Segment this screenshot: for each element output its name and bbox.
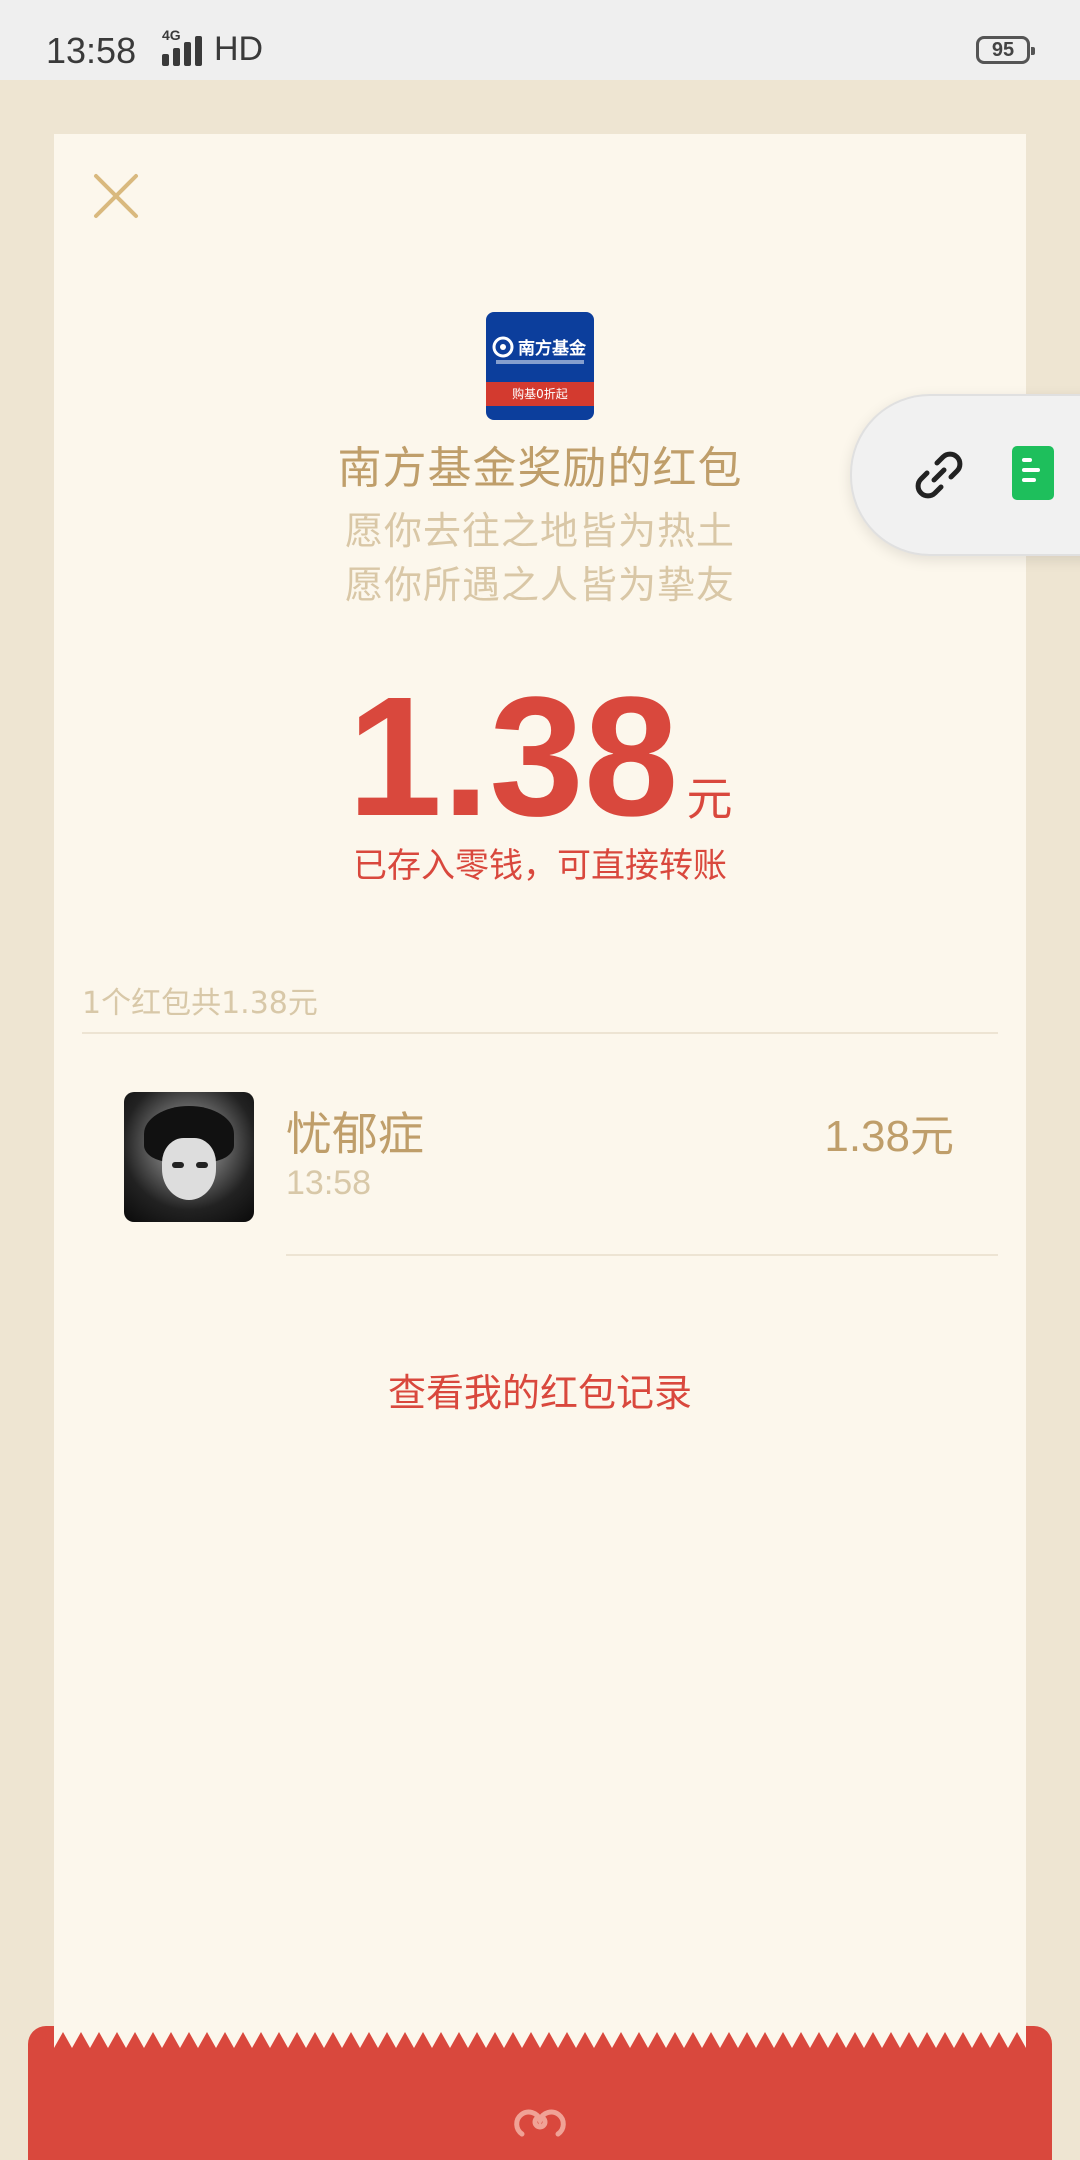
battery-level: 95 <box>991 38 1015 61</box>
logo-subtext <box>496 360 584 364</box>
avatar[interactable] <box>124 1092 254 1222</box>
floating-toolbar <box>850 394 1080 556</box>
sender-logo: 南方基金 购基0折起 <box>486 312 594 420</box>
summary-divider <box>82 1032 998 1034</box>
record-name: 忧郁症 <box>286 1107 424 1161</box>
blessing-line-2: 愿你所遇之人皆为挚友 <box>344 563 735 607</box>
packet-summary: 1个红包共1.38元 <box>82 986 318 1021</box>
hd-indicator: HD <box>214 30 264 68</box>
battery-icon: 95 <box>976 36 1035 64</box>
document-icon[interactable] <box>1012 446 1054 500</box>
record-amount: 1.38元 <box>824 1112 954 1161</box>
fund-logo-icon <box>492 336 514 357</box>
saved-note: 已存入零钱，可直接转账 <box>353 846 727 886</box>
amount-value: 1.38 <box>347 662 679 852</box>
logo-name: 南方基金 <box>518 339 586 359</box>
cloud-emblem-icon <box>514 2109 566 2137</box>
record-time: 13:58 <box>286 1164 372 1202</box>
amount-currency: 元 <box>686 772 733 826</box>
close-icon[interactable] <box>90 170 142 222</box>
zigzag-edge <box>54 2026 1026 2048</box>
record-divider <box>286 1254 998 1256</box>
status-bar: 13:58 4G HD 95 <box>0 0 1080 80</box>
status-time: 13:58 <box>46 30 137 71</box>
signal-icon: 4G <box>150 27 202 66</box>
amount-display: 1.38 元 <box>0 672 1080 842</box>
network-type: 4G <box>162 27 181 43</box>
logo-ribbon: 购基0折起 <box>486 382 594 406</box>
view-history-link[interactable]: 查看我的红包记录 <box>0 1362 1080 1417</box>
link-icon[interactable] <box>912 448 966 502</box>
